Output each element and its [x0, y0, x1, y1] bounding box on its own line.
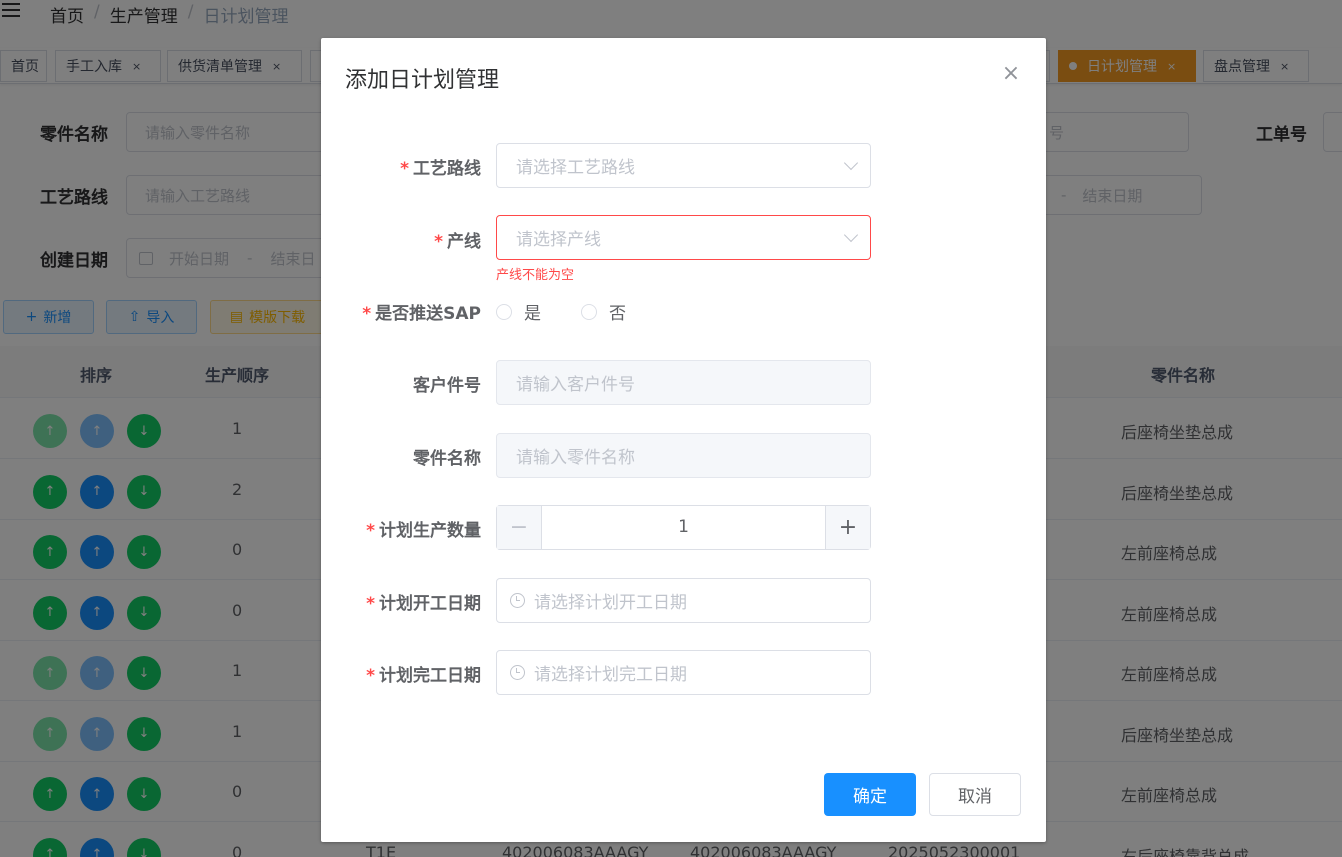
route-label: * 工艺路线 — [321, 154, 481, 179]
close-icon[interactable]: × — [1001, 63, 1021, 85]
required-mark: * — [362, 304, 372, 324]
sap-yes-label: 是 — [524, 304, 541, 324]
sap-label-text: 是否推送SAP — [375, 304, 481, 324]
radio-circle-icon — [496, 303, 512, 320]
cancel-button[interactable]: 取消 — [929, 773, 1021, 816]
start-date-label-text: 计划开工日期 — [379, 594, 481, 614]
customer-no-input: 请输入客户件号 — [496, 360, 871, 405]
qty-stepper[interactable]: − 1 + — [496, 505, 871, 550]
qty-minus-button[interactable]: − — [497, 506, 542, 549]
qty-label: * 计划生产数量 — [321, 516, 481, 541]
clock-icon — [510, 665, 525, 680]
part-name-input: 请输入零件名称 — [496, 433, 871, 478]
line-select[interactable]: 请选择产线 — [496, 215, 871, 260]
line-select-placeholder: 请选择产线 — [516, 230, 601, 250]
qty-label-text: 计划生产数量 — [379, 521, 481, 541]
sap-no-label: 否 — [609, 304, 626, 324]
required-mark: * — [434, 232, 443, 252]
sap-radio-yes[interactable]: 是 — [496, 299, 541, 324]
line-label: * 产线 — [321, 227, 481, 252]
dialog-title: 添加日计划管理 — [345, 68, 500, 93]
start-date-placeholder: 请选择计划开工日期 — [534, 593, 687, 613]
radio-circle-icon — [581, 303, 597, 320]
required-mark: * — [366, 666, 375, 686]
clock-icon — [510, 593, 525, 608]
line-error-message: 产线不能为空 — [496, 268, 575, 283]
line-label-text: 产线 — [447, 232, 481, 252]
required-mark: * — [400, 159, 409, 179]
end-date-label-text: 计划完工日期 — [379, 666, 481, 686]
end-date-picker[interactable]: 请选择计划完工日期 — [496, 650, 871, 695]
chevron-down-icon — [843, 227, 859, 243]
required-mark: * — [366, 521, 375, 541]
start-date-picker[interactable]: 请选择计划开工日期 — [496, 578, 871, 623]
customer-no-label: 客户件号 — [413, 376, 481, 396]
sap-radio-no[interactable]: 否 — [581, 299, 626, 324]
required-mark: * — [366, 594, 375, 614]
add-daily-plan-dialog: 添加日计划管理 × * 工艺路线 请选择工艺路线 * 产线 请选择产线 产线不能为空… — [321, 38, 1046, 842]
start-date-label: * 计划开工日期 — [321, 589, 481, 614]
chevron-down-icon — [843, 155, 859, 171]
route-select-placeholder: 请选择工艺路线 — [516, 158, 635, 178]
end-date-label: * 计划完工日期 — [321, 661, 481, 686]
part-name-label: 零件名称 — [413, 449, 481, 469]
route-select[interactable]: 请选择工艺路线 — [496, 143, 871, 188]
sap-label: * 是否推送SAP — [321, 299, 481, 324]
qty-value[interactable]: 1 — [542, 517, 825, 537]
end-date-placeholder: 请选择计划完工日期 — [534, 665, 687, 685]
qty-plus-button[interactable]: + — [825, 506, 870, 549]
confirm-button[interactable]: 确定 — [824, 773, 916, 816]
route-label-text: 工艺路线 — [413, 159, 481, 179]
